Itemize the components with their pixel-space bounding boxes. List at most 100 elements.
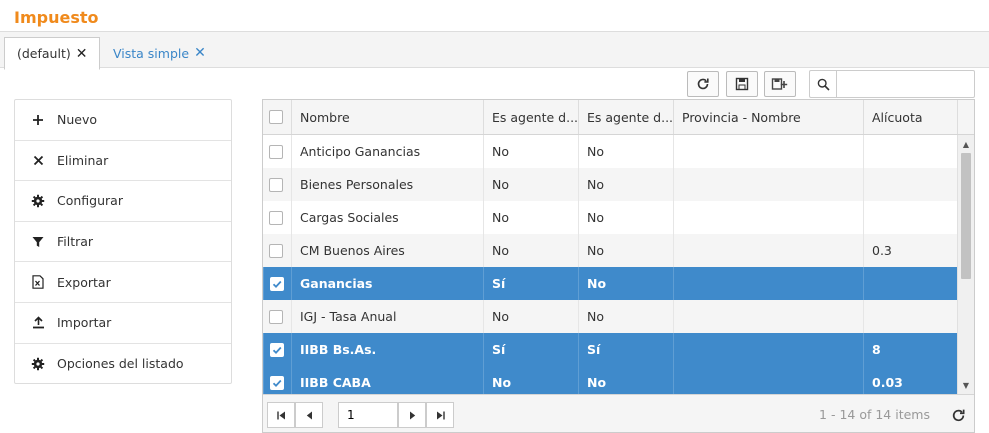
- search-icon[interactable]: [810, 71, 837, 97]
- scroll-down-icon[interactable]: ▼: [958, 378, 974, 392]
- scroll-up-icon[interactable]: ▲: [958, 137, 974, 151]
- cell-es-agente-2: No: [578, 267, 673, 300]
- cell-provincia: [673, 300, 863, 333]
- menu-item-filtrar[interactable]: Filtrar: [15, 222, 231, 263]
- last-page-button[interactable]: [426, 402, 454, 428]
- cell-alicuota: [863, 168, 957, 201]
- cell-alicuota: 8: [863, 333, 957, 366]
- pager-info: 1 - 14 of 14 items: [819, 407, 930, 422]
- search-input[interactable]: [837, 71, 973, 97]
- row-checkbox[interactable]: [269, 210, 283, 225]
- cell-es-agente-2: No: [578, 366, 673, 394]
- table-row[interactable]: Anticipo Ganancias No No: [263, 135, 957, 168]
- table-row[interactable]: IIBB CABA No No 0.03: [263, 366, 957, 394]
- save-button[interactable]: [726, 71, 758, 97]
- cell-es-agente-2: No: [578, 234, 673, 267]
- menu-item-label: Configurar: [57, 193, 123, 209]
- menu-item-eliminar[interactable]: Eliminar: [15, 141, 231, 182]
- row-select-cell: [263, 135, 291, 168]
- cell-es-agente-2: No: [578, 300, 673, 333]
- menu-item-nuevo[interactable]: Nuevo: [15, 100, 231, 141]
- select-all-checkbox[interactable]: [269, 110, 283, 124]
- cell-es-agente-1: No: [483, 168, 578, 201]
- grid-body: Anticipo Ganancias No No Bienes Personales N…: [263, 135, 957, 394]
- column-header-alicuota[interactable]: Alícuota: [863, 100, 957, 134]
- gear-icon: [31, 357, 45, 371]
- pager-refresh-button[interactable]: [948, 405, 968, 425]
- row-checkbox[interactable]: [270, 276, 284, 291]
- tab-vista-simple[interactable]: Vista simple ✕: [101, 37, 218, 69]
- next-page-button[interactable]: [398, 402, 426, 428]
- menu-item-label: Opciones del listado: [57, 356, 184, 372]
- cell-es-agente-2: Sí: [578, 333, 673, 366]
- save-as-button[interactable]: [764, 71, 796, 97]
- cell-provincia: [673, 168, 863, 201]
- first-page-button[interactable]: [267, 402, 295, 428]
- column-header-nombre[interactable]: Nombre: [291, 100, 483, 134]
- vertical-scrollbar[interactable]: ▲ ▼: [957, 135, 974, 394]
- row-checkbox[interactable]: [269, 177, 283, 192]
- data-grid: Nombre Es agente d... Es agente d... Pro…: [262, 99, 975, 433]
- column-header-es-agente-2[interactable]: Es agente d...: [578, 100, 673, 134]
- first-page-icon: [276, 411, 285, 419]
- next-page-icon: [409, 411, 415, 419]
- row-checkbox[interactable]: [269, 309, 283, 324]
- refresh-icon: [952, 409, 964, 421]
- table-row[interactable]: IIBB Bs.As. Sí Sí 8: [263, 333, 957, 366]
- cell-provincia: [673, 135, 863, 168]
- table-row[interactable]: Cargas Sociales No No: [263, 201, 957, 234]
- row-checkbox[interactable]: [269, 144, 283, 159]
- scroll-thumb[interactable]: [961, 153, 971, 279]
- refresh-button[interactable]: [687, 71, 719, 97]
- menu-item-configurar[interactable]: Configurar: [15, 181, 231, 222]
- row-checkbox[interactable]: [270, 375, 284, 390]
- cell-es-agente-2: No: [578, 201, 673, 234]
- menu-item-opciones-listado[interactable]: Opciones del listado: [15, 344, 231, 385]
- table-row[interactable]: Ganancias Sí No: [263, 267, 957, 300]
- cell-nombre: Bienes Personales: [291, 168, 483, 201]
- save-icon: [735, 77, 749, 91]
- menu-item-label: Eliminar: [57, 152, 109, 168]
- menu-item-label: Importar: [57, 315, 112, 331]
- cell-es-agente-2: No: [578, 168, 673, 201]
- tab-default[interactable]: (default) ✕: [4, 37, 100, 70]
- upload-icon: [31, 316, 45, 330]
- cell-provincia: [673, 267, 863, 300]
- row-select-cell: [263, 267, 291, 300]
- page-number-input[interactable]: [338, 402, 398, 428]
- cell-nombre: Ganancias: [291, 267, 483, 300]
- cell-nombre: IIBB Bs.As.: [291, 333, 483, 366]
- cell-es-agente-1: No: [483, 135, 578, 168]
- prev-page-button[interactable]: [295, 402, 323, 428]
- cell-es-agente-1: Sí: [483, 267, 578, 300]
- table-row[interactable]: Bienes Personales No No: [263, 168, 957, 201]
- row-checkbox[interactable]: [269, 243, 283, 258]
- table-row[interactable]: CM Buenos Aires No No 0.3: [263, 234, 957, 267]
- row-select-cell: [263, 333, 291, 366]
- cell-provincia: [673, 366, 863, 394]
- check-icon: [272, 379, 282, 387]
- header-spacer: [957, 100, 974, 134]
- table-row[interactable]: IGJ - Tasa Anual No No: [263, 300, 957, 333]
- cell-nombre: CM Buenos Aires: [291, 234, 483, 267]
- column-header-provincia[interactable]: Provincia - Nombre: [673, 100, 863, 134]
- menu-item-exportar[interactable]: Exportar: [15, 262, 231, 303]
- close-icon[interactable]: ✕: [194, 45, 206, 61]
- save-as-icon: [771, 78, 788, 90]
- cell-alicuota: 0.03: [863, 366, 957, 394]
- cell-es-agente-2: No: [578, 135, 673, 168]
- row-select-cell: [263, 366, 291, 394]
- menu-item-label: Filtrar: [57, 234, 94, 250]
- refresh-icon: [697, 78, 709, 90]
- row-checkbox[interactable]: [270, 342, 284, 357]
- close-icon: [31, 153, 45, 167]
- cell-es-agente-1: No: [483, 234, 578, 267]
- cell-alicuota: [863, 135, 957, 168]
- select-all-cell: [263, 100, 291, 134]
- cell-nombre: IGJ - Tasa Anual: [291, 300, 483, 333]
- cell-es-agente-1: No: [483, 300, 578, 333]
- menu-item-importar[interactable]: Importar: [15, 303, 231, 344]
- close-icon[interactable]: ✕: [76, 46, 88, 62]
- column-header-es-agente-1[interactable]: Es agente d...: [483, 100, 578, 134]
- pager: 1 - 14 of 14 items: [263, 394, 974, 432]
